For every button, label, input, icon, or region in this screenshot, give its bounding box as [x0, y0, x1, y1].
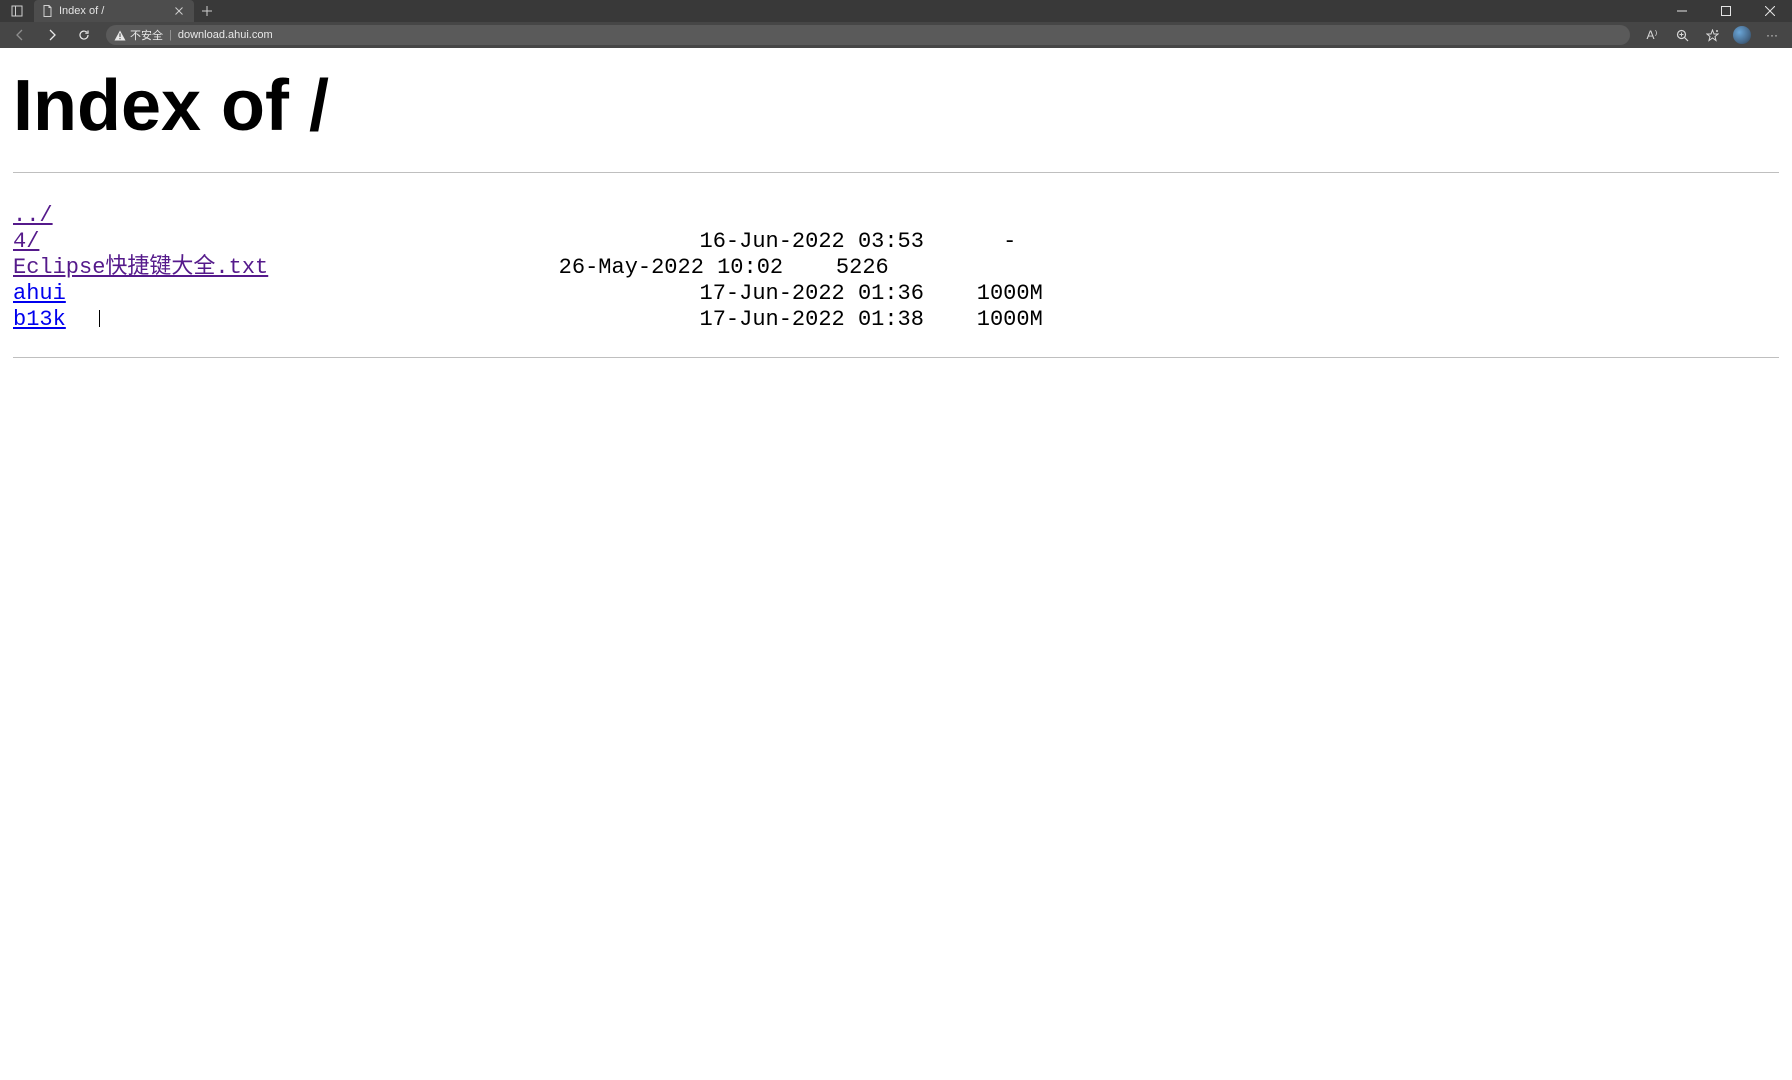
favorites-icon[interactable]: [1698, 24, 1726, 46]
reload-button[interactable]: [70, 24, 98, 46]
listing-link[interactable]: ahui: [13, 281, 66, 306]
close-tab-icon[interactable]: [172, 4, 186, 18]
browser-toolbar: 不安全 | download.ahui.com A⁾ ···: [0, 22, 1792, 48]
zoom-icon[interactable]: [1668, 24, 1696, 46]
file-icon: [42, 5, 53, 17]
more-menu-icon[interactable]: ···: [1758, 24, 1786, 46]
tab-title: Index of /: [59, 5, 166, 17]
tab-well: Index of /: [0, 0, 220, 22]
directory-listing: ../ 4/ 16-Jun-2022 03:53 - Eclipse快捷键大全.…: [13, 173, 1779, 357]
avatar: [1733, 26, 1751, 44]
page-title: Index of /: [13, 70, 1779, 142]
title-bar: Index of /: [0, 0, 1792, 22]
new-tab-button[interactable]: [194, 0, 220, 22]
window-controls: [1660, 0, 1792, 22]
toolbar-right: A⁾ ···: [1638, 24, 1786, 46]
divider-bottom: [13, 357, 1779, 358]
warning-icon: [114, 30, 126, 41]
listing-link[interactable]: Eclipse快捷键大全.txt: [13, 255, 268, 280]
page-content: Index of / ../ 4/ 16-Jun-2022 03:53 - Ec…: [0, 48, 1792, 1080]
close-window-button[interactable]: [1748, 0, 1792, 22]
read-aloud-icon[interactable]: A⁾: [1638, 24, 1666, 46]
site-security-indicator[interactable]: 不安全: [114, 27, 163, 43]
security-label: 不安全: [130, 27, 163, 43]
title-bar-drag[interactable]: [220, 0, 1660, 22]
address-separator: |: [169, 29, 172, 41]
maximize-button[interactable]: [1704, 0, 1748, 22]
forward-button[interactable]: [38, 24, 66, 46]
address-bar[interactable]: 不安全 | download.ahui.com: [106, 25, 1630, 45]
address-url: download.ahui.com: [178, 29, 273, 41]
minimize-button[interactable]: [1660, 0, 1704, 22]
profile-avatar[interactable]: [1728, 24, 1756, 46]
tab-actions-icon[interactable]: [0, 0, 34, 22]
text-cursor: [99, 310, 100, 327]
browser-tab[interactable]: Index of /: [34, 0, 194, 22]
parent-dir-link[interactable]: ../: [13, 203, 53, 228]
back-button[interactable]: [6, 24, 34, 46]
listing-link[interactable]: b13k: [13, 307, 66, 332]
listing-link[interactable]: 4/: [13, 229, 39, 254]
